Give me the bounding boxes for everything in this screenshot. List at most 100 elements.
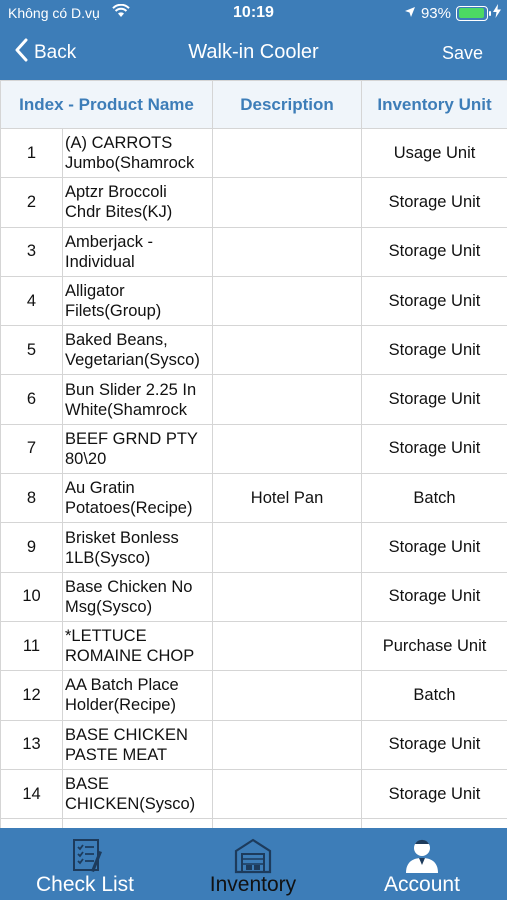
table-row[interactable]: 3 Amberjack - Individual Storage Unit xyxy=(0,226,507,277)
product-description xyxy=(212,571,363,622)
inventory-unit: Purchase Unit xyxy=(361,620,507,672)
inventory-unit xyxy=(361,818,507,828)
product-name: BASE CHICKEN(Sysco) xyxy=(61,768,214,820)
product-name-line: Brisket Bonless xyxy=(65,528,179,547)
tab-account[interactable]: Account xyxy=(367,828,477,900)
product-name-line: ROMAINE CHOP xyxy=(65,647,195,666)
product-name-line: Potatoes(Recipe) xyxy=(65,499,193,518)
inventory-unit: Storage Unit xyxy=(361,325,507,376)
row-index: 2 xyxy=(0,177,63,228)
inventory-unit: Storage Unit xyxy=(361,768,507,820)
inventory-unit: Storage Unit xyxy=(361,275,507,327)
row-index: 5 xyxy=(0,325,63,376)
product-name-line: Chdr Bites(KJ) xyxy=(65,203,173,222)
nav-bar: Back Walk-in Cooler Save xyxy=(0,28,507,80)
table-header-row: Index - Product Name Description Invento… xyxy=(0,80,507,129)
warehouse-icon xyxy=(233,835,273,875)
header-inventory-unit: Inventory Unit xyxy=(361,80,507,129)
product-name: Brisket Bonless 1LB(Sysco) xyxy=(61,522,214,573)
product-name-line: (A) CARROTS xyxy=(65,134,173,153)
table-row[interactable]: 14 BASE CHICKEN(Sysco) Storage Unit xyxy=(0,768,507,820)
page-title: Walk-in Cooler xyxy=(188,41,319,63)
product-name-line: Vegetarian(Sysco) xyxy=(65,351,200,370)
product-name-line: Msg(Sysco) xyxy=(65,597,153,616)
row-index: 6 xyxy=(0,374,63,425)
product-name: BEEF... xyxy=(61,818,214,828)
checklist-icon xyxy=(65,835,105,875)
product-description: Hotel Pan xyxy=(212,473,363,524)
battery-percent: 93% xyxy=(420,4,451,22)
row-index: 12 xyxy=(0,670,63,721)
row-index: 9 xyxy=(0,522,63,573)
tab-label: Account xyxy=(384,873,460,896)
product-name-line: BEEF GRND PTY xyxy=(65,429,198,448)
inventory-unit: Batch xyxy=(361,670,507,721)
product-name: Aptzr Broccoli Chdr Bites(KJ) xyxy=(61,177,214,228)
product-name-line: White(Shamrock xyxy=(65,400,187,419)
product-name: Au Gratin Potatoes(Recipe) xyxy=(61,473,214,524)
inventory-unit: Batch xyxy=(361,473,507,524)
table-row[interactable]: 2 Aptzr Broccoli Chdr Bites(KJ) Storage Uni… xyxy=(0,177,507,228)
inventory-unit: Storage Unit xyxy=(361,374,507,425)
product-description xyxy=(212,423,363,475)
inventory-unit: Storage Unit xyxy=(361,423,507,475)
table-row[interactable]: 11 *LETTUCE ROMAINE CHOP Purchase Unit xyxy=(0,620,507,672)
product-name-line: Baked Beans, xyxy=(65,331,168,350)
table-row[interactable]: 10 Base Chicken No Msg(Sysco) Storage Unit xyxy=(0,571,507,622)
product-name: (A) CARROTS Jumbo(Shamrock xyxy=(61,127,214,179)
product-name-line: Jumbo(Shamrock xyxy=(65,154,195,173)
tab-bar: Check List Inventory Account xyxy=(0,828,507,900)
product-name-line: CHICKEN(Sysco) xyxy=(65,795,196,813)
inventory-unit: Storage Unit xyxy=(361,177,507,228)
product-name-line: 1LB(Sysco) xyxy=(65,548,151,567)
product-name-line: Individual xyxy=(65,252,135,271)
table-row[interactable]: 5 Baked Beans, Vegetarian(Sysco) Storage Un… xyxy=(0,325,507,376)
table-row[interactable]: 6 Bun Slider 2.25 In White(Shamrock Storage… xyxy=(0,374,507,425)
product-name: Alligator Filets(Group) xyxy=(61,275,214,327)
tab-check-list[interactable]: Check List xyxy=(30,828,140,900)
table-row[interactable]: 1 (A) CARROTS Jumbo(Shamrock Usage Unit xyxy=(0,127,507,179)
table-row[interactable]: 4 Alligator Filets(Group) Storage Unit xyxy=(0,275,507,327)
status-right: 93% xyxy=(404,4,501,22)
status-bar: Không có D.vụ 10:19 93% xyxy=(0,0,507,28)
battery-level xyxy=(458,8,484,18)
tab-inventory[interactable]: Inventory xyxy=(198,828,308,900)
charging-icon xyxy=(493,4,501,22)
inventory-unit: Usage Unit xyxy=(361,127,507,179)
product-name-line: Bun Slider 2.25 In xyxy=(65,380,197,399)
table-row[interactable]: 7 BEEF GRND PTY 80\20 Storage Unit xyxy=(0,423,507,475)
save-button[interactable]: Save xyxy=(442,43,483,64)
product-name-line: Aptzr Broccoli xyxy=(65,183,167,202)
product-name: Bun Slider 2.25 In White(Shamrock xyxy=(61,374,214,425)
product-description xyxy=(212,719,363,770)
table-row[interactable]: BEEF... xyxy=(0,818,507,828)
tab-label: Check List xyxy=(35,873,135,896)
product-name-line: Base Chicken No xyxy=(65,577,193,596)
table-row[interactable]: 8 Au Gratin Potatoes(Recipe) Hotel Pan Batch xyxy=(0,473,507,524)
product-description xyxy=(212,325,363,376)
row-index: 1 xyxy=(0,127,63,179)
product-description xyxy=(212,127,363,179)
product-name-line: Filets(Group) xyxy=(65,302,162,321)
product-name: Base Chicken No Msg(Sysco) xyxy=(61,571,214,622)
product-description xyxy=(212,818,363,828)
inventory-table-container[interactable]: Index - Product Name Description Invento… xyxy=(0,80,507,828)
inventory-unit: Storage Unit xyxy=(361,522,507,573)
product-description xyxy=(212,226,363,277)
header-description: Description xyxy=(212,80,363,129)
product-name: Amberjack - Individual xyxy=(61,226,214,277)
product-name: *LETTUCE ROMAINE CHOP xyxy=(61,620,214,672)
product-description xyxy=(212,620,363,672)
product-name-line: Au Gratin xyxy=(65,479,135,498)
row-index xyxy=(0,818,63,828)
product-name-line: BASE xyxy=(65,775,110,793)
battery-icon xyxy=(456,5,491,21)
row-index: 3 xyxy=(0,226,63,277)
row-index: 11 xyxy=(0,620,63,672)
table-row[interactable]: 12 AA Batch Place Holder(Recipe) Batch xyxy=(0,670,507,721)
inventory-unit: Storage Unit xyxy=(361,226,507,277)
header-index-product: Index - Product Name xyxy=(0,80,214,129)
table-row[interactable]: 13 BASE CHICKEN PASTE MEAT Storage Unit xyxy=(0,719,507,770)
product-description xyxy=(212,177,363,228)
table-row[interactable]: 9 Brisket Bonless 1LB(Sysco) Storage Unit xyxy=(0,522,507,573)
